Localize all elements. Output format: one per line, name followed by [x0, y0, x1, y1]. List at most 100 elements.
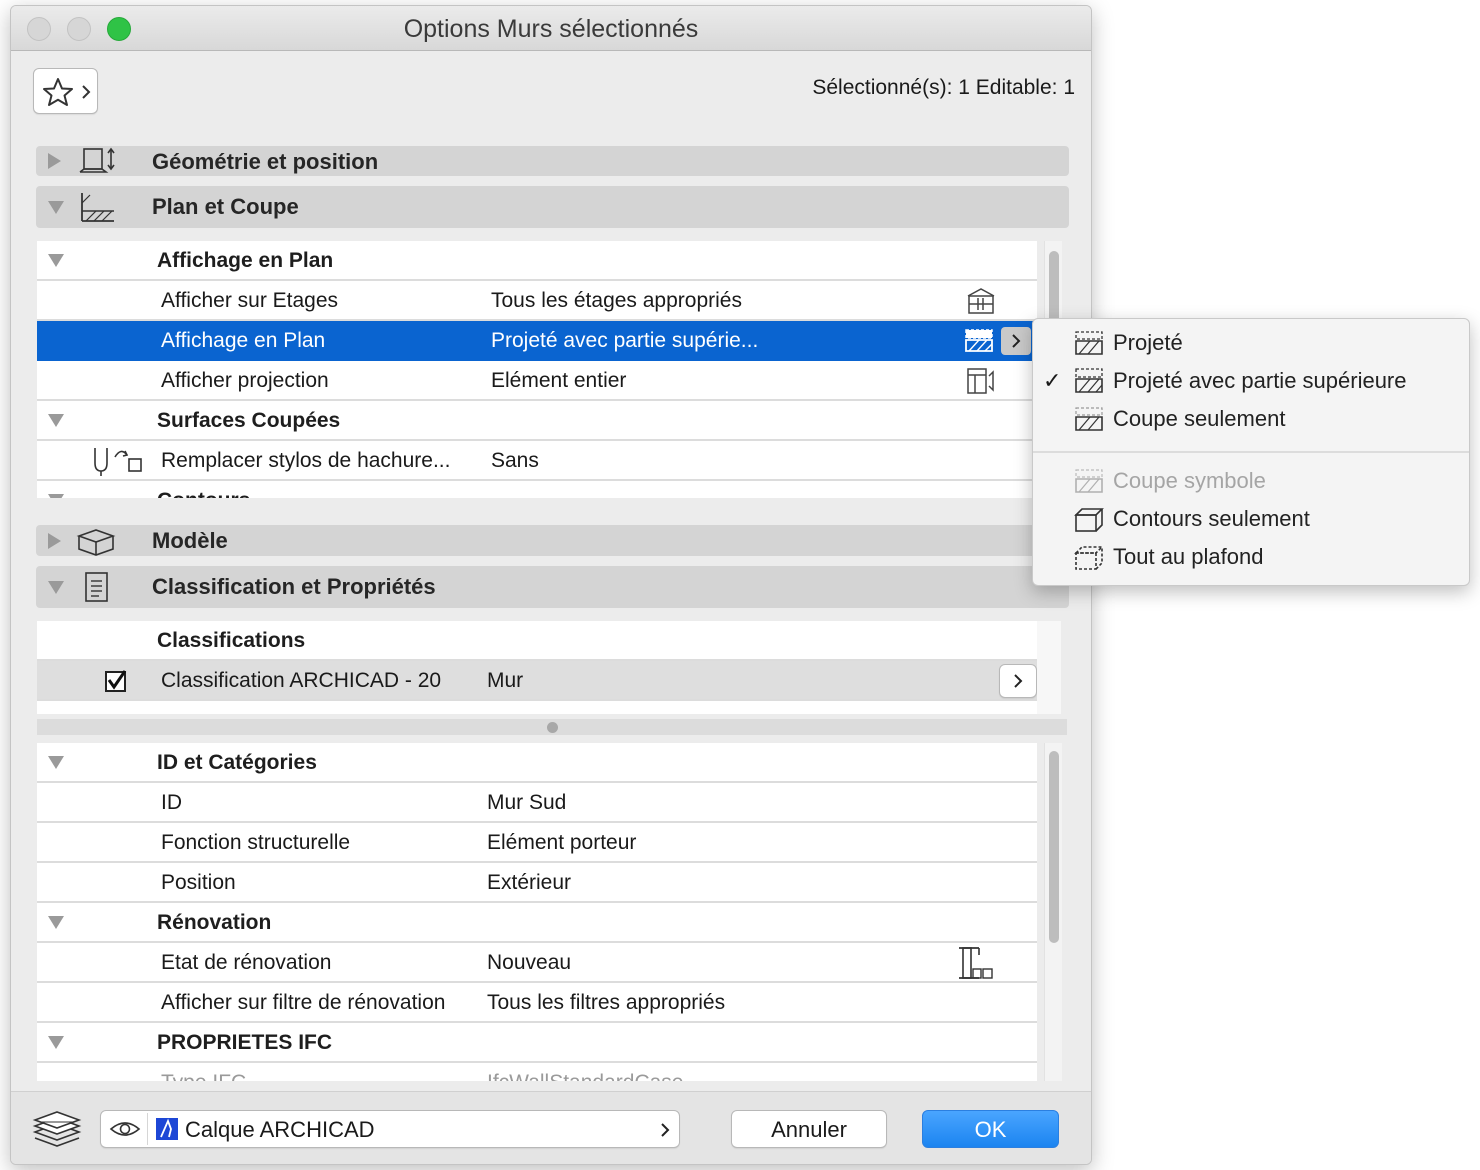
- group-ifc-properties[interactable]: PROPRIETES IFC: [37, 1023, 1037, 1063]
- row-value: Projeté avec partie supérie...: [491, 329, 759, 352]
- section-model[interactable]: Modèle: [36, 525, 1069, 556]
- classification-row[interactable]: Classification ARCHICAD - 20 Mur: [37, 661, 1037, 701]
- symbolic-cut-icon: [1075, 469, 1103, 493]
- scrollbar-thumb[interactable]: [1049, 251, 1059, 326]
- row-value: IfcWallStandardCase: [487, 1063, 683, 1081]
- row-value: Mur Sud: [487, 791, 567, 814]
- row-value: Sans: [491, 449, 539, 472]
- menu-item-symbolic-cut: Coupe symbole: [1033, 463, 1469, 499]
- dropdown-divider: [147, 1113, 148, 1145]
- ok-button[interactable]: OK: [922, 1110, 1059, 1148]
- row-value: Extérieur: [487, 871, 572, 894]
- menu-separator: [1033, 451, 1469, 453]
- menu-item-cut-only[interactable]: Coupe seulement: [1033, 401, 1469, 437]
- disclosure-collapsed-icon[interactable]: [48, 533, 61, 549]
- table-row[interactable]: Position Extérieur: [37, 863, 1037, 903]
- menu-item-label: Projeté avec partie supérieure: [1113, 368, 1407, 393]
- menu-item-label: Tout au plafond: [1113, 544, 1264, 569]
- group-floor-plan-display[interactable]: Affichage en Plan: [37, 241, 1037, 281]
- splitter-handle[interactable]: [547, 722, 558, 733]
- scrollbar-thumb[interactable]: [1049, 751, 1059, 943]
- section-geometry[interactable]: Géométrie et position: [36, 146, 1069, 176]
- layers-icon[interactable]: [31, 1110, 83, 1148]
- panel-splitter[interactable]: [37, 719, 1067, 735]
- title-bar[interactable]: Options Murs sélectionnés: [11, 6, 1091, 51]
- disclosure-expanded-icon[interactable]: [48, 494, 64, 498]
- row-label: Afficher sur filtre de rénovation: [161, 991, 446, 1014]
- group-renovation[interactable]: Rénovation: [37, 903, 1037, 943]
- group-label: Surfaces Coupées: [157, 409, 341, 432]
- disclosure-expanded-icon[interactable]: [48, 1036, 64, 1049]
- chevron-right-icon: [82, 85, 91, 99]
- pen-override-icon: [94, 448, 142, 476]
- row-label: Fonction structurelle: [161, 831, 351, 854]
- group-label: Rénovation: [157, 911, 272, 934]
- group-cut-surfaces[interactable]: Surfaces Coupées: [37, 401, 1037, 441]
- row-label: Position: [161, 871, 236, 894]
- table-row[interactable]: Afficher projection Elément entier: [37, 361, 1037, 401]
- classifications-table: Classifications Classification ARCHICAD …: [37, 621, 1037, 714]
- menu-item-projected-overhead[interactable]: ✓ Projeté avec partie supérieure: [1033, 363, 1469, 399]
- disclosure-expanded-icon[interactable]: [48, 414, 64, 427]
- classifications-header: Classifications: [37, 621, 1037, 661]
- checkmark-icon: ✓: [1043, 368, 1062, 393]
- menu-item-projected[interactable]: Projeté: [1033, 325, 1469, 361]
- section-classification-label: Classification et Propriétés: [152, 574, 436, 599]
- table-row[interactable]: Etat de rénovation Nouveau: [37, 943, 1037, 983]
- projected-overhead-icon: [1075, 368, 1103, 393]
- projection-icon: [967, 368, 994, 394]
- section-geometry-label: Géométrie et position: [152, 149, 379, 174]
- classification-edit-button[interactable]: [999, 664, 1037, 698]
- row-value: Tous les filtres appropriés: [487, 991, 726, 1014]
- row-label: Affichage en Plan: [161, 329, 326, 352]
- disclosure-expanded-icon[interactable]: [48, 916, 64, 929]
- disclosure-expanded-icon[interactable]: [48, 581, 64, 594]
- menu-item-outlines-only[interactable]: Contours seulement: [1033, 501, 1469, 537]
- menu-item-overhead-all[interactable]: Tout au plafond: [1033, 539, 1469, 575]
- value-popup-button[interactable]: [1001, 327, 1031, 355]
- row-value: Mur: [487, 669, 524, 692]
- document-icon: [85, 572, 108, 602]
- window-title: Options Murs sélectionnés: [403, 15, 699, 43]
- menu-item-label: Contours seulement: [1113, 506, 1310, 531]
- group-label: Contours: [157, 481, 250, 498]
- row-value: Tous les étages appropriés: [491, 289, 742, 312]
- table-row[interactable]: Remplacer stylos de hachure... Sans: [37, 441, 1037, 481]
- model-3d-icon: [76, 529, 116, 556]
- checkbox-checked[interactable]: [103, 668, 129, 694]
- disclosure-expanded-icon[interactable]: [48, 201, 64, 214]
- layer-dropdown[interactable]: Calque ARCHICAD: [100, 1110, 680, 1148]
- favorites-button[interactable]: [33, 68, 98, 114]
- table-row[interactable]: Fonction structurelle Elément porteur: [37, 823, 1037, 863]
- row-label: Afficher projection: [161, 369, 329, 392]
- properties-scrollbar[interactable]: [1044, 743, 1062, 1081]
- star-icon: [43, 78, 73, 106]
- outlines-only-icon: [1074, 508, 1104, 532]
- options-dialog: Options Murs sélectionnés Sélectionné(s)…: [10, 5, 1092, 1165]
- menu-item-label: Projeté: [1113, 330, 1183, 355]
- overhead-all-icon: [1074, 546, 1104, 570]
- row-value: Nouveau: [487, 951, 572, 974]
- section-plan-section[interactable]: Plan et Coupe: [36, 186, 1069, 228]
- section-classification[interactable]: Classification et Propriétés: [36, 566, 1069, 608]
- table-row-selected[interactable]: Affichage en Plan Projeté avec partie su…: [37, 321, 1037, 361]
- table-row[interactable]: ID Mur Sud: [37, 783, 1037, 823]
- eye-icon[interactable]: [109, 1119, 141, 1139]
- disclosure-expanded-icon[interactable]: [48, 756, 64, 769]
- group-id-categories[interactable]: ID et Catégories: [37, 743, 1037, 783]
- disclosure-expanded-icon[interactable]: [48, 254, 64, 267]
- table-row[interactable]: Afficher sur Etages Tous les étages appr…: [37, 281, 1037, 321]
- row-value: Elément porteur: [487, 831, 637, 854]
- row-label: ID: [161, 791, 182, 814]
- section-model-label: Modèle: [152, 528, 228, 553]
- group-contours[interactable]: Contours: [37, 481, 1037, 498]
- selection-status: Sélectionné(s): 1 Editable: 1: [812, 76, 1075, 99]
- chevron-right-icon: [1014, 674, 1023, 688]
- chevron-right-icon: [1012, 334, 1021, 348]
- cancel-button[interactable]: Annuler: [731, 1110, 887, 1148]
- table-row[interactable]: Type IFC IfcWallStandardCase: [37, 1063, 1037, 1081]
- section-plan-section-label: Plan et Coupe: [152, 194, 299, 219]
- disclosure-collapsed-icon[interactable]: [48, 153, 61, 169]
- row-label: Remplacer stylos de hachure...: [161, 449, 451, 472]
- table-row[interactable]: Afficher sur filtre de rénovation Tous l…: [37, 983, 1037, 1023]
